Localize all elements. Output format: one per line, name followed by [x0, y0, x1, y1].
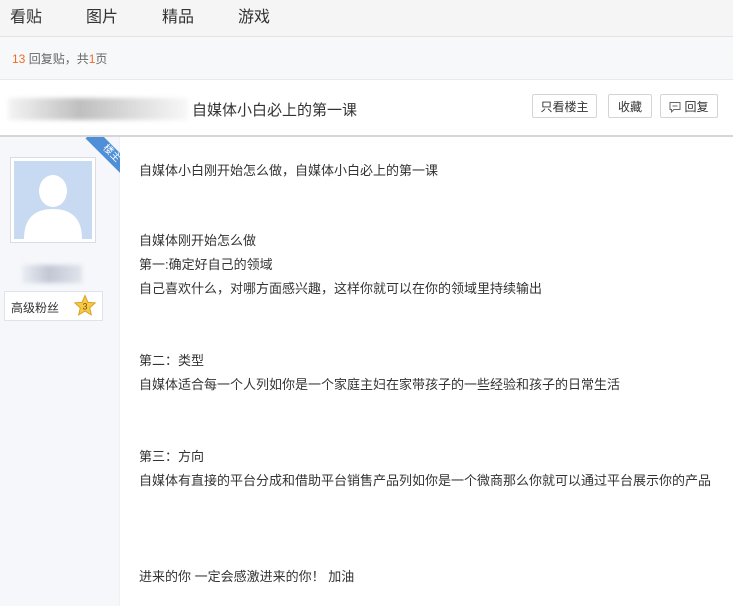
- favorite-button[interactable]: 收藏: [608, 94, 652, 118]
- tab-posts[interactable]: 看贴: [10, 3, 42, 27]
- content-line: 自媒体小白刚开始怎么做，自媒体小白必上的第一课: [139, 163, 439, 178]
- star-icon: 3: [73, 294, 97, 318]
- content-line: 自媒体有直接的平台分成和借助平台销售产品列如你是一个微商那么你就可以通过平台展示…: [139, 473, 712, 488]
- content-line: 自媒体适合每一个人列如你是一个家庭主妇在家带孩子的一些经验和孩子的日常生活: [139, 377, 621, 392]
- post-title-bar: 自媒体小白必上的第一课 只看楼主 收藏 回复: [0, 80, 733, 137]
- reply-count: 13: [12, 52, 26, 66]
- speech-bubble-icon: [669, 97, 681, 121]
- reply-button-label: 回复: [684, 100, 709, 114]
- tab-images[interactable]: 图片: [86, 3, 118, 27]
- fan-level-label: 高级粉丝: [11, 301, 60, 315]
- tab-games[interactable]: 游戏: [238, 3, 270, 27]
- content-line: 进来的你 一定会感激进来的你！ 加油: [139, 569, 355, 584]
- reply-count-label: 回复贴，共: [28, 52, 89, 66]
- only-op-button[interactable]: 只看楼主: [532, 94, 597, 118]
- reply-button[interactable]: 回复: [660, 94, 718, 118]
- forum-tab-bar: 看贴 图片 精品 游戏: [0, 0, 733, 37]
- content-line: 第三：方向: [139, 449, 205, 464]
- content-line: 自己喜欢什么，对哪方面感兴趣，这样你就可以在你的领域里持续输出: [139, 281, 543, 296]
- author-sidebar: 高级粉丝 3: [0, 137, 120, 606]
- tab-featured[interactable]: 精品: [162, 3, 194, 27]
- fan-level-badge[interactable]: 高级粉丝 3: [4, 291, 103, 321]
- content-line: 第一:确定好自己的领域: [139, 257, 273, 272]
- blurred-title-prefix: [8, 98, 188, 120]
- page-count-label: 页: [95, 52, 108, 66]
- blurred-username[interactable]: [22, 265, 82, 283]
- op-corner-tag: 楼主: [78, 137, 120, 179]
- content-line: 自媒体刚开始怎么做: [139, 233, 257, 248]
- op-corner-label: 楼主: [85, 137, 120, 179]
- reply-summary: 13 回复贴，共1页: [12, 50, 107, 67]
- fan-level-number: 3: [82, 302, 87, 312]
- reply-count-bar: 13 回复贴，共1页: [0, 37, 733, 80]
- post-title: 自媒体小白必上的第一课: [192, 102, 358, 119]
- content-line: 第二：类型: [139, 353, 205, 368]
